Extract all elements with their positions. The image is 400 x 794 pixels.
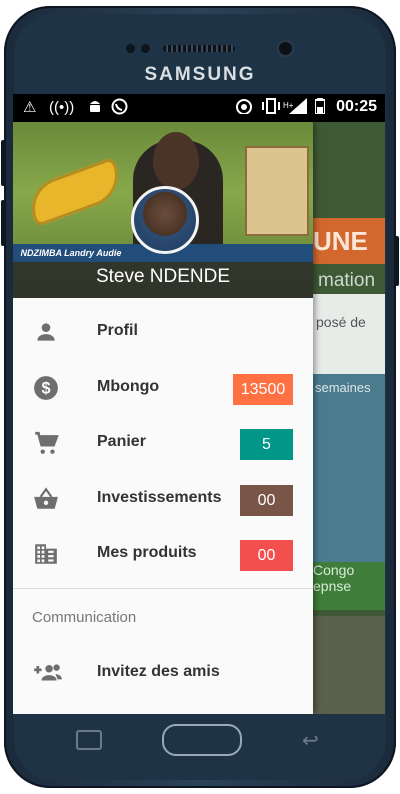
header-caption-text: NDZIMBA Landry Audie bbox=[20, 248, 122, 258]
mes-produits-badge: 00 bbox=[240, 540, 293, 571]
bg-banner-orange: UNE bbox=[313, 218, 385, 264]
menu-item-investissements[interactable]: Investissements 00 bbox=[13, 471, 313, 527]
speaker-grille bbox=[163, 45, 235, 52]
menu-item-panier[interactable]: Panier 5 bbox=[13, 415, 313, 471]
bg-photo-text: semaines bbox=[315, 380, 371, 395]
panier-badge: 5 bbox=[240, 429, 293, 460]
bg-photo bbox=[313, 374, 385, 584]
basket-icon bbox=[33, 486, 59, 512]
whatsapp-icon bbox=[111, 98, 128, 115]
recent-apps-key[interactable] bbox=[76, 730, 102, 750]
back-key-icon[interactable]: ↩ bbox=[302, 728, 319, 753]
menu-item-mbongo[interactable]: $ Mbongo 13500 bbox=[13, 360, 313, 416]
front-camera bbox=[279, 42, 292, 55]
signal-icon bbox=[289, 98, 307, 114]
menu-item-label: Investissements bbox=[97, 488, 222, 506]
investissements-badge: 00 bbox=[240, 484, 293, 516]
bg-bottom-image bbox=[313, 616, 385, 714]
drawer-header: NDZIMBA Landry Audie Steve NDENDE bbox=[13, 122, 313, 298]
status-time: 00:25 bbox=[336, 98, 377, 115]
bg-card-text: posé de bbox=[316, 314, 366, 330]
dollar-icon: $ bbox=[33, 375, 59, 401]
wifi-icon bbox=[235, 98, 253, 114]
user-name: Steve NDENDE bbox=[95, 266, 231, 287]
section-communication: Communication bbox=[13, 589, 313, 645]
power-button bbox=[395, 236, 399, 286]
business-icon bbox=[33, 541, 59, 567]
menu-item-label: Panier bbox=[97, 433, 146, 450]
android-icon bbox=[87, 98, 103, 114]
group-add-icon bbox=[33, 660, 62, 686]
menu-item-invitez-des-amis[interactable]: Invitez des amis bbox=[13, 645, 313, 701]
avatar[interactable] bbox=[131, 186, 199, 254]
battery-icon bbox=[315, 98, 325, 114]
section-title: Communication bbox=[32, 608, 137, 626]
hotspot-icon: ((•)) bbox=[49, 99, 75, 116]
bg-green-card: Congo epnse bbox=[313, 562, 385, 610]
warning-icon: ⚠ bbox=[23, 99, 37, 116]
bg-card bbox=[313, 294, 385, 374]
home-button[interactable] bbox=[162, 724, 242, 756]
navigation-drawer: NDZIMBA Landry Audie Steve NDENDE Profil… bbox=[13, 122, 313, 714]
sensor-left bbox=[126, 44, 135, 53]
drawer-menu: Profil $ Mbongo 13500 Panier 5 Investiss… bbox=[13, 298, 313, 700]
vibrate-icon bbox=[261, 98, 281, 114]
header-person-face bbox=[153, 132, 199, 190]
menu-item-label: Mbongo bbox=[97, 377, 160, 395]
menu-item-profil[interactable]: Profil bbox=[13, 304, 313, 360]
mbongo-badge: 13500 bbox=[233, 373, 293, 405]
screen: ⚠ ((•)) H+ 00:25 UNE mation posé de sema… bbox=[13, 94, 385, 714]
status-bar: ⚠ ((•)) H+ 00:25 bbox=[13, 94, 385, 122]
menu-item-label: Invitez des amis bbox=[97, 662, 220, 680]
side-button-left bbox=[1, 140, 5, 186]
menu-item-mes-produits[interactable]: Mes produits 00 bbox=[13, 526, 313, 582]
cart-icon bbox=[33, 430, 59, 456]
person-icon bbox=[33, 319, 59, 345]
sensor-right bbox=[141, 44, 150, 53]
bg-banner-text: mation bbox=[318, 270, 376, 291]
header-corn-image bbox=[23, 156, 127, 228]
svg-text:$: $ bbox=[41, 379, 50, 397]
header-product-image bbox=[245, 146, 309, 236]
side-button-left-2 bbox=[1, 200, 5, 246]
menu-item-label: Mes produits bbox=[97, 544, 197, 561]
menu-item-label: Profil bbox=[97, 322, 138, 339]
brand-logo: SAMSUNG bbox=[144, 64, 256, 85]
